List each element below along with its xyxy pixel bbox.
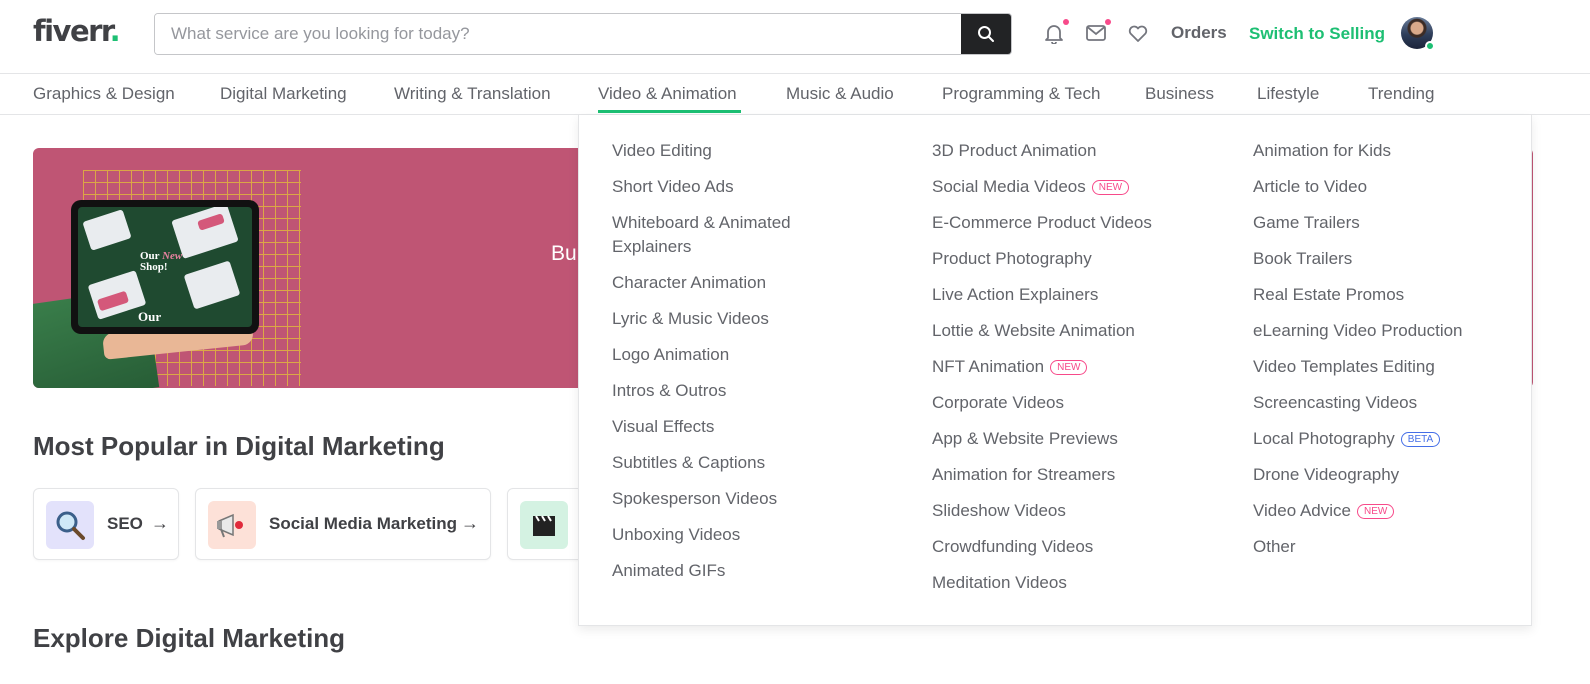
menu-item-lyric-music-videos[interactable]: Lyric & Music Videos xyxy=(612,307,842,331)
menu-item-video-editing[interactable]: Video Editing xyxy=(612,139,842,163)
popular-section-title: Most Popular in Digital Marketing xyxy=(33,431,445,461)
search-icon xyxy=(978,26,994,42)
category-writing-translation[interactable]: Writing & Translation xyxy=(394,84,551,104)
fiverr-logo[interactable]: fiverr. xyxy=(33,14,121,48)
top-header: fiverr. Orders Switch to Selling xyxy=(0,0,1590,74)
menu-item-short-video-ads[interactable]: Short Video Ads xyxy=(612,175,842,199)
dropdown-column-3: Animation for Kids Article to Video Game… xyxy=(1253,139,1463,571)
banner-tablet-image: Our New Shop! Our xyxy=(71,200,259,334)
video-animation-dropdown: Video Editing Short Video Ads Whiteboard… xyxy=(578,115,1532,626)
menu-item-label: NFT Animation xyxy=(932,357,1045,376)
menu-item-character-animation[interactable]: Character Animation xyxy=(612,271,842,295)
menu-item-logo-animation[interactable]: Logo Animation xyxy=(612,343,842,367)
menu-item-animated-gifs[interactable]: Animated GIFs xyxy=(612,559,842,583)
new-badge: NEW xyxy=(1091,180,1130,195)
menu-item-live-action-explainers[interactable]: Live Action Explainers xyxy=(932,283,1152,307)
new-badge: NEW xyxy=(1356,504,1395,519)
menu-item-ecommerce-product-videos[interactable]: E-Commerce Product Videos xyxy=(932,211,1152,235)
orders-link[interactable]: Orders xyxy=(1171,23,1227,43)
menu-item-app-website-previews[interactable]: App & Website Previews xyxy=(932,427,1152,451)
menu-item-social-media-videos[interactable]: Social Media Videos NEW xyxy=(932,175,1152,199)
popular-item-social-media-marketing[interactable]: Social Media Marketing → xyxy=(195,488,491,560)
category-programming-tech[interactable]: Programming & Tech xyxy=(942,84,1100,104)
search-bar xyxy=(154,13,1012,55)
category-graphics-design[interactable]: Graphics & Design xyxy=(33,84,175,104)
menu-item-whiteboard-animated-explainers[interactable]: Whiteboard & Animated Explainers xyxy=(612,211,842,259)
menu-item-animation-for-streamers[interactable]: Animation for Streamers xyxy=(932,463,1152,487)
menu-item-video-advice[interactable]: Video Advice NEW xyxy=(1253,499,1463,523)
logo-dot: . xyxy=(109,14,121,48)
menu-item-subtitles-captions[interactable]: Subtitles & Captions xyxy=(612,451,842,475)
menu-item-label: Local Photography xyxy=(1253,429,1395,448)
switch-to-selling-link[interactable]: Switch to Selling xyxy=(1249,24,1385,44)
messages-button[interactable] xyxy=(1085,19,1111,46)
menu-item-slideshow-videos[interactable]: Slideshow Videos xyxy=(932,499,1152,523)
menu-item-spokesperson-videos[interactable]: Spokesperson Videos xyxy=(612,487,842,511)
menu-item-label: Video Advice xyxy=(1253,501,1351,520)
category-video-animation[interactable]: Video & Animation xyxy=(598,84,737,104)
menu-item-intros-outros[interactable]: Intros & Outros xyxy=(612,379,842,403)
menu-item-video-templates-editing[interactable]: Video Templates Editing xyxy=(1253,355,1463,379)
beta-badge: BETA xyxy=(1400,432,1441,447)
menu-item-elearning-video-production[interactable]: eLearning Video Production xyxy=(1253,319,1463,343)
menu-item-local-photography[interactable]: Local Photography BETA xyxy=(1253,427,1463,451)
category-music-audio[interactable]: Music & Audio xyxy=(786,84,894,104)
online-status-dot xyxy=(1425,41,1435,51)
messages-badge xyxy=(1105,19,1111,25)
clapperboard-icon xyxy=(520,501,568,549)
dropdown-column-1: Video Editing Short Video Ads Whiteboard… xyxy=(612,139,842,595)
category-nav: Graphics & Design Digital Marketing Writ… xyxy=(0,74,1590,115)
popular-item-label: SEO xyxy=(107,514,143,533)
menu-item-unboxing-videos[interactable]: Unboxing Videos xyxy=(612,523,842,547)
notification-badge xyxy=(1063,19,1069,25)
menu-item-visual-effects[interactable]: Visual Effects xyxy=(612,415,842,439)
user-avatar[interactable] xyxy=(1401,17,1435,51)
menu-item-screencasting-videos[interactable]: Screencasting Videos xyxy=(1253,391,1463,415)
banner-text: Bu xyxy=(551,242,577,265)
menu-item-meditation-videos[interactable]: Meditation Videos xyxy=(932,571,1152,595)
menu-item-label: Social Media Videos xyxy=(932,177,1086,196)
popular-item-seo[interactable]: SEO → xyxy=(33,488,179,560)
menu-item-3d-product-animation[interactable]: 3D Product Animation xyxy=(932,139,1152,163)
popular-item-label: Social Media Marketing xyxy=(269,514,457,533)
megaphone-icon xyxy=(208,501,256,549)
category-digital-marketing[interactable]: Digital Marketing xyxy=(220,84,347,104)
arrow-right-icon: → xyxy=(151,513,169,533)
category-trending[interactable]: Trending xyxy=(1368,84,1434,104)
menu-item-animation-for-kids[interactable]: Animation for Kids xyxy=(1253,139,1463,163)
menu-item-game-trailers[interactable]: Game Trailers xyxy=(1253,211,1463,235)
favorites-button[interactable] xyxy=(1127,22,1151,46)
menu-item-nft-animation[interactable]: NFT Animation NEW xyxy=(932,355,1152,379)
menu-item-article-to-video[interactable]: Article to Video xyxy=(1253,175,1463,199)
menu-item-lottie-website-animation[interactable]: Lottie & Website Animation xyxy=(932,319,1152,343)
bell-icon xyxy=(1045,25,1063,45)
envelope-icon xyxy=(1086,25,1106,41)
active-category-underline xyxy=(598,110,741,113)
menu-item-product-photography[interactable]: Product Photography xyxy=(932,247,1152,271)
category-business[interactable]: Business xyxy=(1145,84,1214,104)
search-button[interactable] xyxy=(961,14,1011,54)
arrow-right-icon: → xyxy=(461,513,479,533)
menu-item-real-estate-promos[interactable]: Real Estate Promos xyxy=(1253,283,1463,307)
notifications-button[interactable] xyxy=(1043,19,1069,46)
menu-item-drone-videography[interactable]: Drone Videography xyxy=(1253,463,1463,487)
heart-icon xyxy=(1128,25,1148,42)
magnifier-icon xyxy=(46,501,94,549)
menu-item-corporate-videos[interactable]: Corporate Videos xyxy=(932,391,1152,415)
new-badge: NEW xyxy=(1050,360,1088,375)
dropdown-column-2: 3D Product Animation Social Media Videos… xyxy=(932,139,1152,607)
category-lifestyle[interactable]: Lifestyle xyxy=(1257,84,1319,104)
menu-item-crowdfunding-videos[interactable]: Crowdfunding Videos xyxy=(932,535,1152,559)
explore-section-title: Explore Digital Marketing xyxy=(33,623,346,653)
search-input[interactable] xyxy=(155,14,961,54)
menu-item-other[interactable]: Other xyxy=(1253,535,1463,559)
menu-item-book-trailers[interactable]: Book Trailers xyxy=(1253,247,1463,271)
